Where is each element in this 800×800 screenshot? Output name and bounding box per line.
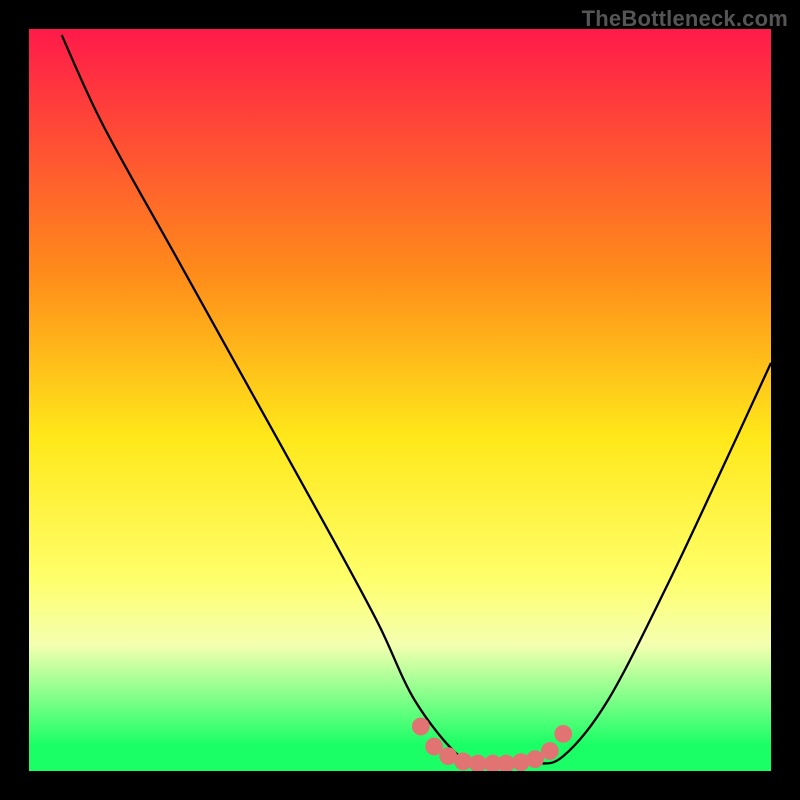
chart-frame: TheBottleneck.com xyxy=(0,0,800,800)
plot-area xyxy=(29,29,771,771)
heat-gradient-bg xyxy=(29,29,771,771)
marker-dot xyxy=(412,718,430,736)
marker-dot xyxy=(541,742,559,760)
marker-dot xyxy=(554,725,572,743)
plot-svg xyxy=(29,29,771,771)
